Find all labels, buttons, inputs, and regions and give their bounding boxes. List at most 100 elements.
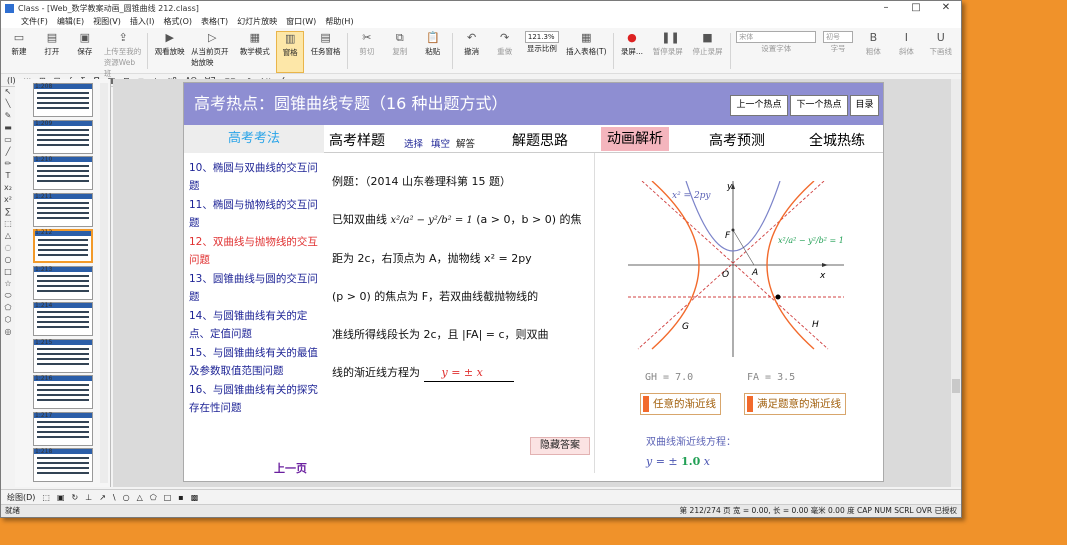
topic-item[interactable]: 14、与圆锥曲线有关的定点、定值问题 xyxy=(189,307,321,343)
scroll-thumb[interactable] xyxy=(952,379,960,393)
menu-file[interactable]: 文件(F) xyxy=(21,16,48,27)
paste-button[interactable]: 📋 粘贴 xyxy=(419,31,447,73)
side-heading[interactable]: 高考考法 xyxy=(184,125,324,153)
teach-mode-button[interactable]: ▦ 教学模式 xyxy=(238,31,271,73)
topic-item[interactable]: 16、与圆锥曲线有关的探究存在性问题 xyxy=(189,381,321,417)
square-icon[interactable]: □ xyxy=(1,267,15,279)
pencil-tool-icon[interactable]: ✏ xyxy=(1,159,15,171)
draw-tool-group[interactable]: ▣ xyxy=(57,493,65,502)
prev-hotspot-button[interactable]: 上一个热点 xyxy=(730,95,788,116)
undo-button[interactable]: ↶ 撤消 xyxy=(458,31,486,73)
cut-button[interactable]: ✂ 剪切 xyxy=(353,31,381,73)
math-tool-icon[interactable]: ∑ xyxy=(1,207,15,219)
italic-button[interactable]: I 斜体 xyxy=(892,31,920,73)
ellipse-icon[interactable]: ⬭ xyxy=(1,291,15,303)
record-button[interactable]: ● 录屏... xyxy=(619,31,646,73)
text-tool-icon[interactable]: T xyxy=(1,171,15,183)
save-button[interactable]: ▣ 保存 xyxy=(71,31,99,73)
topic-item[interactable]: 13、圆锥曲线与圆的交互问题 xyxy=(189,270,321,306)
bold-button[interactable]: B 粗体 xyxy=(859,31,887,73)
menu-format[interactable]: 格式(O) xyxy=(163,16,192,27)
minimize-icon[interactable]: – xyxy=(871,1,901,15)
any-asymptote-button[interactable]: 任意的渐近线 xyxy=(640,393,721,415)
superscript-tool-icon[interactable]: x² xyxy=(1,195,15,207)
draw-tool-pattern[interactable]: ▩ xyxy=(191,493,199,502)
slide-title: 高考热点：圆锥曲线专题（16 种出题方式） xyxy=(194,94,508,113)
pane-button[interactable]: ▥ 窗格 xyxy=(276,31,305,73)
underline-button[interactable]: U 下画线 xyxy=(925,31,956,73)
view-show-button[interactable]: ▶ 观看放映 xyxy=(153,31,186,73)
upload-button[interactable]: ⇪ 上传至我的资源Web班 xyxy=(104,31,143,78)
draw-tool-pentagon[interactable]: ⬠ xyxy=(150,493,157,502)
font-name-select[interactable]: 宋体 xyxy=(736,31,817,43)
zoom-input[interactable]: 121.3% xyxy=(524,31,559,43)
topic-item[interactable]: 11、椭圆与抛物线的交互问题 xyxy=(189,196,321,232)
font-size-control[interactable]: 初号 字号 xyxy=(822,31,855,73)
brush-tool-icon[interactable]: ▬ xyxy=(1,123,15,135)
select-rect-icon[interactable]: ⬚ xyxy=(1,219,15,231)
hexagon-icon[interactable]: ⬡ xyxy=(1,315,15,327)
ring-icon[interactable]: ◎ xyxy=(1,327,15,339)
insert-table-button[interactable]: ▦ 插入表格(T) xyxy=(565,31,607,73)
copy-button[interactable]: ⧉ 复制 xyxy=(386,31,414,73)
font-size-select[interactable]: 初号 xyxy=(823,31,854,43)
toc-button[interactable]: 目录 xyxy=(850,95,879,116)
triangle-icon[interactable]: △ xyxy=(1,231,15,243)
next-hotspot-button[interactable]: 下一个热点 xyxy=(790,95,848,116)
menu-view[interactable]: 视图(V) xyxy=(93,16,121,27)
draw-tool-rect[interactable]: □ xyxy=(164,493,172,502)
satisfy-asymptote-button[interactable]: 满足题意的渐近线 xyxy=(744,393,846,415)
font-control[interactable]: 宋体 设置字体 xyxy=(736,31,817,73)
close-icon[interactable]: ✕ xyxy=(931,1,961,15)
eraser-tool-icon[interactable]: ▭ xyxy=(1,135,15,147)
topic-item-current[interactable]: 12、双曲线与抛物线的交互问题 xyxy=(189,233,321,269)
draw-tool-fill[interactable]: ▪ xyxy=(178,493,183,502)
draw-tool-select[interactable]: ⬚ xyxy=(42,493,50,502)
draw-tool-align[interactable]: ⊥ xyxy=(85,493,92,502)
from-current-button[interactable]: ▷ 从当前页开始放映 xyxy=(191,31,233,73)
canvas-scrollbar[interactable] xyxy=(951,79,961,487)
pointer-tool-icon[interactable]: ↖ xyxy=(1,87,15,99)
thumbnail-scrollbar[interactable] xyxy=(100,83,108,483)
subtab-answer[interactable]: 解答 xyxy=(456,136,475,150)
marker-tool-icon[interactable]: ╱ xyxy=(1,147,15,159)
open-button[interactable]: ▤ 打开 xyxy=(38,31,66,73)
draw-menu[interactable]: 绘图(D) xyxy=(7,492,35,503)
menu-edit[interactable]: 编辑(E) xyxy=(57,16,84,27)
menu-help[interactable]: 帮助(H) xyxy=(325,16,353,27)
subtab-choice[interactable]: 选择 xyxy=(404,136,423,150)
tab-thinking[interactable]: 解题思路 xyxy=(512,130,568,150)
maximize-icon[interactable]: □ xyxy=(901,1,931,15)
draw-tool-line[interactable]: \ xyxy=(113,493,116,502)
draw-tool-circle[interactable]: ○ xyxy=(123,493,130,502)
tab-citywide[interactable]: 全城热练 xyxy=(809,130,865,150)
zoom-control[interactable]: 121.3% 显示比例 xyxy=(524,31,561,73)
lasso-icon[interactable]: ◌ xyxy=(1,243,15,255)
draw-tool-arrow[interactable]: ↗ xyxy=(99,493,106,502)
hide-answer-button[interactable]: 隐藏答案 xyxy=(530,437,590,455)
draw-tool-triangle[interactable]: △ xyxy=(137,493,143,502)
task-pane-button[interactable]: ▤ 任务窗格 xyxy=(309,31,342,73)
pen-tool-icon[interactable]: ✎ xyxy=(1,111,15,123)
draw-tool-rotate[interactable]: ↻ xyxy=(72,493,79,502)
pause-record-button[interactable]: ❚❚ 暂停录屏 xyxy=(650,31,685,73)
topic-item[interactable]: 10、椭圆与双曲线的交互问题 xyxy=(189,159,321,195)
circle-icon[interactable]: ○ xyxy=(1,255,15,267)
subscript-tool-icon[interactable]: x₂ xyxy=(1,183,15,195)
stop-record-button[interactable]: ■ 停止录屏 xyxy=(690,31,725,73)
tab-predict[interactable]: 高考预测 xyxy=(709,130,765,150)
tab-anim[interactable]: 动画解析 xyxy=(601,127,669,151)
menu-slideshow[interactable]: 幻灯片放映 xyxy=(237,16,277,27)
line-tool-icon[interactable]: ╲ xyxy=(1,99,15,111)
menu-table[interactable]: 表格(T) xyxy=(201,16,228,27)
menu-insert[interactable]: 插入(I) xyxy=(130,16,155,27)
prev-page-button[interactable]: 上一页 xyxy=(274,460,307,476)
redo-button[interactable]: ↷ 重做 xyxy=(491,31,519,73)
new-button[interactable]: ▭ 新建 xyxy=(5,31,33,73)
star-icon[interactable]: ☆ xyxy=(1,279,15,291)
tab-sample[interactable]: 高考样题 xyxy=(329,130,385,150)
subtab-fill[interactable]: 填空 xyxy=(431,136,450,150)
menu-window[interactable]: 窗口(W) xyxy=(286,16,316,27)
pentagon-icon[interactable]: ⬠ xyxy=(1,303,15,315)
topic-item[interactable]: 15、与圆锥曲线有关的最值及参数取值范围问题 xyxy=(189,344,321,380)
